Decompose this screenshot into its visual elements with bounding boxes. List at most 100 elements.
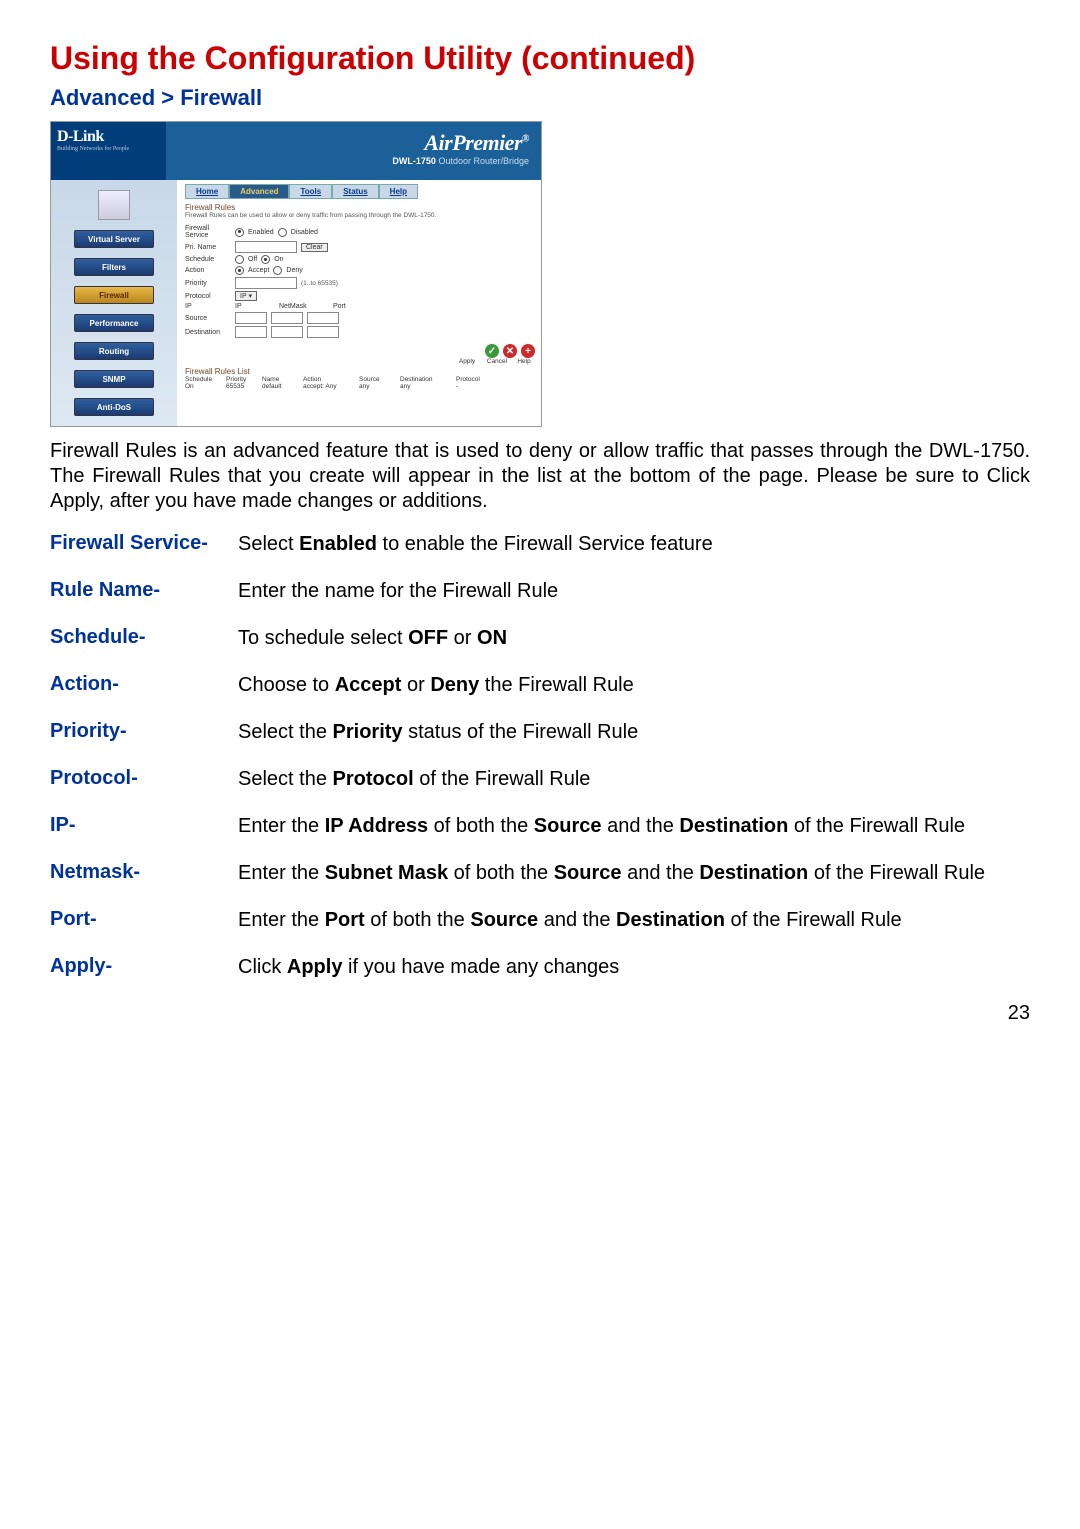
- field-row: Rule Name-Enter the name for the Firewal…: [50, 579, 1030, 604]
- field-row: Firewall Service-Select Enabled to enabl…: [50, 532, 1030, 557]
- field-description: Enter the Port of both the Source and th…: [238, 908, 1030, 933]
- field-description: Select the Protocol of the Firewall Rule: [238, 767, 1030, 792]
- tab-tools[interactable]: Tools: [289, 184, 332, 199]
- col-netmask: NetMask: [279, 303, 329, 310]
- field-label: Firewall Service-: [50, 532, 238, 555]
- section-title: Firewall Rules: [185, 203, 535, 212]
- opt-off: Off: [248, 256, 257, 263]
- help-icon[interactable]: +: [521, 344, 535, 358]
- input-priority[interactable]: [235, 277, 297, 289]
- priority-hint: (1..to 65535): [301, 280, 338, 287]
- input-name[interactable]: [235, 241, 297, 253]
- field-label: Protocol-: [50, 767, 238, 790]
- radio-on[interactable]: [261, 255, 270, 264]
- field-row: Port-Enter the Port of both the Source a…: [50, 908, 1030, 933]
- field-description: Enter the name for the Firewall Rule: [238, 579, 1030, 604]
- label-firewall-service: Firewall Service: [185, 225, 231, 239]
- radio-disabled[interactable]: [278, 228, 287, 237]
- field-label: Priority-: [50, 720, 238, 743]
- input-src-ip[interactable]: [235, 312, 267, 324]
- label-apply: Apply: [453, 358, 481, 365]
- page-number: 23: [50, 1002, 1030, 1025]
- field-row: Action-Choose to Accept or Deny the Fire…: [50, 673, 1030, 698]
- section-hint: Firewall Rules can be used to allow or d…: [185, 212, 535, 219]
- input-dst-port[interactable]: [307, 326, 339, 338]
- field-row: IP-Enter the IP Address of both the Sour…: [50, 814, 1030, 839]
- label-cancel: Cancel: [483, 358, 511, 365]
- config-utility-screenshot: D-Link Building Networks for People AirP…: [50, 121, 542, 427]
- content-area: Home Advanced Tools Status Help Firewall…: [177, 180, 541, 426]
- rules-list-title: Firewall Rules List: [185, 367, 535, 376]
- tab-home[interactable]: Home: [185, 184, 229, 199]
- label-destination: Destination: [185, 329, 231, 336]
- input-src-mask[interactable]: [271, 312, 303, 324]
- apply-icon[interactable]: ✓: [485, 344, 499, 358]
- body-paragraph: Firewall Rules is an advanced feature th…: [50, 439, 1030, 514]
- field-label: Action-: [50, 673, 238, 696]
- field-label: Rule Name-: [50, 579, 238, 602]
- input-src-port[interactable]: [307, 312, 339, 324]
- field-label: Port-: [50, 908, 238, 931]
- protocol-select[interactable]: IP ▾: [235, 291, 257, 301]
- radio-accept[interactable]: [235, 266, 244, 275]
- col-ip: IP: [235, 303, 275, 310]
- field-row: Priority-Select the Priority status of t…: [50, 720, 1030, 745]
- input-dst-ip[interactable]: [235, 326, 267, 338]
- radio-off[interactable]: [235, 255, 244, 264]
- sidebar-item-snmp[interactable]: SNMP: [74, 370, 154, 388]
- brand-name: D-Link: [57, 128, 162, 146]
- sidebar-item-performance[interactable]: Performance: [74, 314, 154, 332]
- brand-block: D-Link Building Networks for People: [51, 122, 166, 180]
- tabs: Home Advanced Tools Status Help: [185, 184, 535, 199]
- header-bar: D-Link Building Networks for People AirP…: [51, 122, 541, 180]
- field-row: Protocol-Select the Protocol of the Fire…: [50, 767, 1030, 792]
- label-ip: IP: [185, 303, 231, 310]
- tab-advanced[interactable]: Advanced: [229, 184, 289, 199]
- brand-tagline: Building Networks for People: [57, 146, 162, 152]
- sidebar-item-routing[interactable]: Routing: [74, 342, 154, 360]
- tab-status[interactable]: Status: [332, 184, 378, 199]
- col-port: Port: [333, 303, 346, 310]
- device-icon: [98, 190, 130, 220]
- field-definitions: Firewall Service-Select Enabled to enabl…: [50, 532, 1030, 980]
- field-label: Netmask-: [50, 861, 238, 884]
- rules-list-row: On 65535 default accept: Any any any -: [185, 383, 535, 390]
- label-priority: Priority: [185, 280, 231, 287]
- field-description: To schedule select OFF or ON: [238, 626, 1030, 651]
- tab-help[interactable]: Help: [379, 184, 418, 199]
- field-description: Select the Priority status of the Firewa…: [238, 720, 1030, 745]
- field-label: Apply-: [50, 955, 238, 978]
- field-description: Enter the Subnet Mask of both the Source…: [238, 861, 1030, 886]
- label-pri-name: Pri. Name: [185, 244, 231, 251]
- opt-disabled: Disabled: [291, 229, 318, 236]
- opt-enabled: Enabled: [248, 229, 274, 236]
- field-label: Schedule-: [50, 626, 238, 649]
- sidebar-item-firewall[interactable]: Firewall: [74, 286, 154, 304]
- sidebar: Virtual Server Filters Firewall Performa…: [51, 180, 177, 426]
- clear-button[interactable]: Clear: [301, 243, 328, 252]
- sidebar-item-antidos[interactable]: Anti-DoS: [74, 398, 154, 416]
- field-description: Choose to Accept or Deny the Firewall Ru…: [238, 673, 1030, 698]
- product-logo: AirPremier®: [174, 130, 529, 156]
- field-description: Select Enabled to enable the Firewall Se…: [238, 532, 1030, 557]
- field-row: Schedule-To schedule select OFF or ON: [50, 626, 1030, 651]
- field-description: Click Apply if you have made any changes: [238, 955, 1030, 980]
- field-row: Apply-Click Apply if you have made any c…: [50, 955, 1030, 980]
- sidebar-item-filters[interactable]: Filters: [74, 258, 154, 276]
- sidebar-item-virtual-server[interactable]: Virtual Server: [74, 230, 154, 248]
- ui-body: Virtual Server Filters Firewall Performa…: [51, 180, 541, 426]
- label-protocol: Protocol: [185, 293, 231, 300]
- opt-deny: Deny: [286, 267, 302, 274]
- radio-deny[interactable]: [273, 266, 282, 275]
- field-row: Netmask-Enter the Subnet Mask of both th…: [50, 861, 1030, 886]
- label-schedule: Schedule: [185, 256, 231, 263]
- label-source: Source: [185, 315, 231, 322]
- label-action: Action: [185, 267, 231, 274]
- breadcrumb: Advanced > Firewall: [50, 85, 1030, 111]
- rules-list-header: Schedule Priority Name Action Source Des…: [185, 376, 535, 383]
- radio-enabled[interactable]: [235, 228, 244, 237]
- field-description: Enter the IP Address of both the Source …: [238, 814, 1030, 839]
- input-dst-mask[interactable]: [271, 326, 303, 338]
- page-title: Using the Configuration Utility (continu…: [50, 40, 1030, 77]
- cancel-icon[interactable]: ✕: [503, 344, 517, 358]
